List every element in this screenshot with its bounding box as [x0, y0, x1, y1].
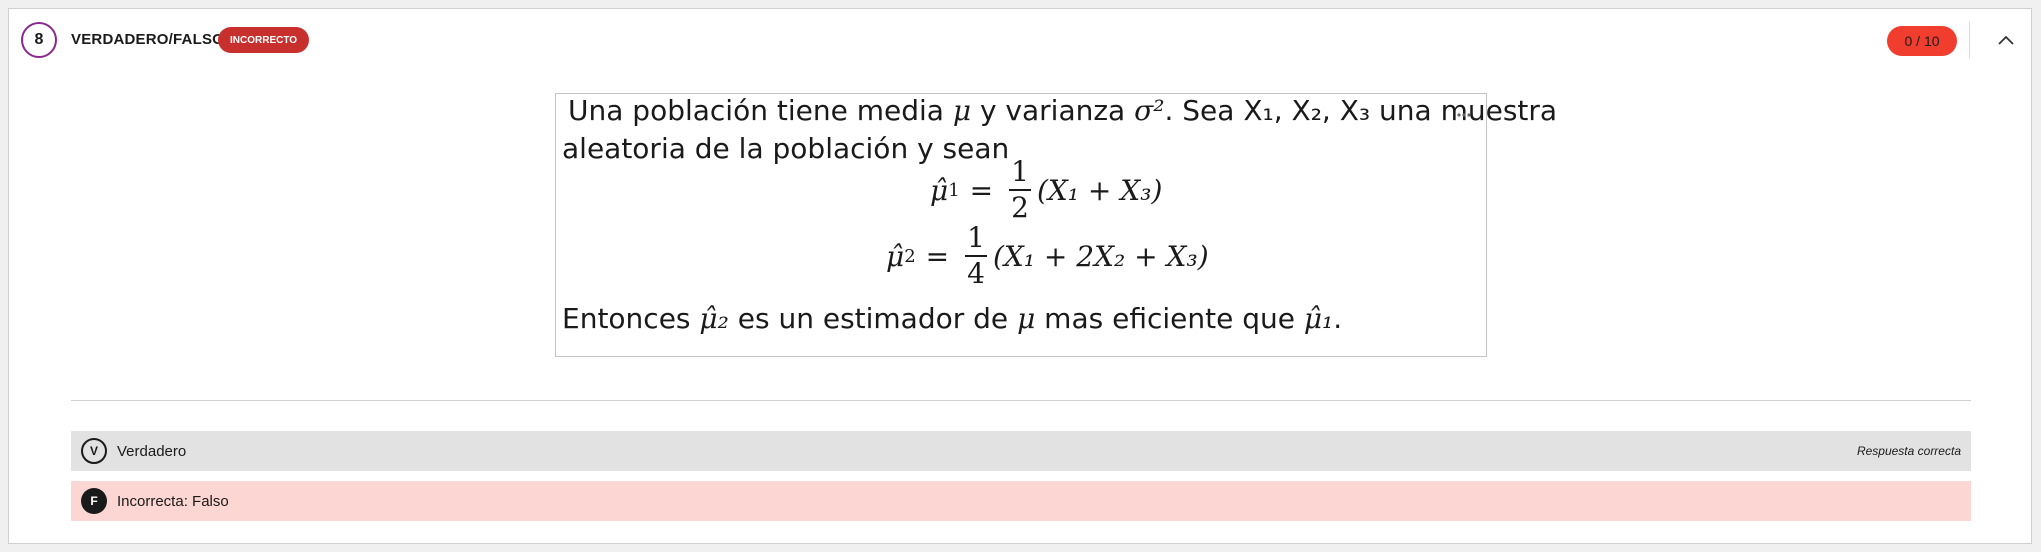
- statement-line-5: Entonces μ̂₂ es un estimador de μ mas ef…: [562, 302, 1342, 335]
- chevron-up-icon: [1998, 35, 2014, 45]
- fraction-numerator: 1: [965, 224, 987, 257]
- estimator-subscript: 1: [948, 179, 960, 201]
- mu-symbol: μ: [952, 94, 972, 127]
- fraction: 1 4: [965, 224, 987, 288]
- collapse-button[interactable]: [1993, 27, 2019, 53]
- fraction-denominator: 2: [1011, 191, 1029, 224]
- statement-line-1: Una población tiene media μ y varianza σ…: [568, 94, 1557, 127]
- equation-mu-hat-2: μ̂ 2 = 1 4 (X₁ + 2X₂ + X₃): [886, 221, 1209, 290]
- statement-text: Una población tiene media: [568, 94, 953, 127]
- score-badge: 0 / 10: [1887, 26, 1957, 56]
- question-type-label: VERDADERO/FALSO: [71, 31, 225, 48]
- equation-mu-hat-1: μ̂ 1 = 1 2 (X₁ + X₃): [930, 155, 1163, 224]
- mu-symbol: μ: [1017, 302, 1036, 335]
- more-options-icon[interactable]: [1456, 112, 1472, 118]
- question-statement: Una población tiene media μ y varianza σ…: [555, 93, 1557, 357]
- equation-rhs: (X₁ + X₃): [1036, 173, 1163, 207]
- fraction-numerator: 1: [1009, 158, 1031, 191]
- answer-letter-badge: V: [81, 438, 107, 464]
- correct-answer-note: Respuesta correcta: [1856, 444, 1961, 458]
- status-badge: INCORRECTO: [218, 27, 310, 53]
- sigma-squared-symbol: σ²: [1134, 94, 1165, 127]
- answer-option-false: F Incorrecta: Falso: [71, 481, 1971, 521]
- estimator-1-symbol: μ̂₁: [1303, 302, 1334, 335]
- statement-text: Entonces: [562, 302, 700, 335]
- statement-text: . Sea X₁, X₂, X₃ una muestra: [1164, 94, 1558, 127]
- statement-text: .: [1333, 302, 1343, 335]
- equation-rhs: (X₁ + 2X₂ + X₃): [992, 239, 1209, 273]
- question-number: 8: [21, 22, 57, 58]
- section-divider: [71, 400, 1971, 401]
- answer-label: Incorrecta: Falso: [117, 492, 229, 510]
- estimator-2-symbol: μ̂₂: [699, 302, 729, 335]
- fraction-denominator: 4: [967, 257, 985, 290]
- question-card: 8 VERDADERO/FALSO INCORRECTO 0 / 10 Una …: [8, 8, 2032, 544]
- estimator-symbol: μ̂: [886, 239, 905, 273]
- statement-text: es un estimador de: [728, 302, 1018, 335]
- answer-label: Verdadero: [117, 442, 187, 460]
- statement-text: y varianza: [971, 94, 1135, 127]
- answer-letter-badge: F: [81, 488, 107, 514]
- estimator-symbol: μ̂: [930, 173, 949, 207]
- header-divider: [1969, 21, 1970, 59]
- statement-text: mas eficiente que: [1035, 302, 1304, 335]
- estimator-subscript: 2: [904, 245, 916, 267]
- fraction: 1 2: [1009, 158, 1031, 222]
- answer-option-true: V Verdadero Respuesta correcta: [71, 431, 1971, 471]
